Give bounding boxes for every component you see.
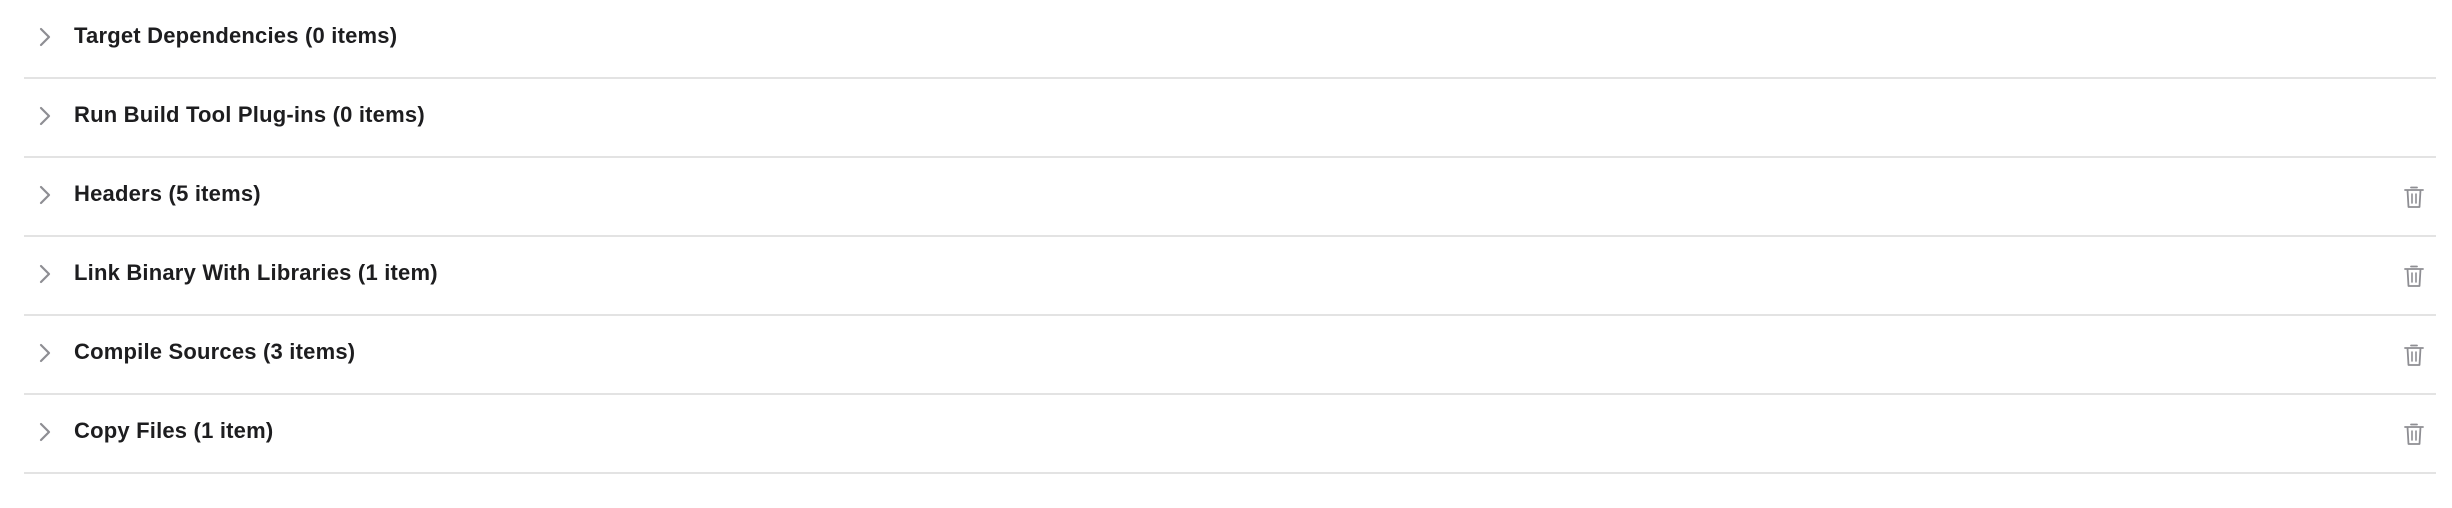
build-phase-copy-files[interactable]: Copy Files (1 item) xyxy=(24,395,2436,474)
build-phase-title: Headers (5 items) xyxy=(74,181,261,206)
build-phase-title: Compile Sources (3 items) xyxy=(74,339,356,364)
trash-icon[interactable] xyxy=(2403,421,2425,447)
build-phase-title: Copy Files (1 item) xyxy=(74,418,274,443)
trash-icon[interactable] xyxy=(2403,263,2425,289)
chevron-right-icon[interactable] xyxy=(38,342,52,364)
chevron-right-icon[interactable] xyxy=(38,184,52,206)
chevron-right-icon[interactable] xyxy=(38,421,52,443)
trash-icon[interactable] xyxy=(2403,184,2425,210)
build-phase-run-build-tool-plugins[interactable]: Run Build Tool Plug-ins (0 items) xyxy=(24,79,2436,158)
chevron-right-icon[interactable] xyxy=(38,263,52,285)
build-phase-title: Run Build Tool Plug-ins (0 items) xyxy=(74,102,425,127)
trash-icon[interactable] xyxy=(2403,342,2425,368)
build-phase-title: Link Binary With Libraries (1 item) xyxy=(74,260,438,285)
chevron-right-icon[interactable] xyxy=(38,105,52,127)
build-phase-compile-sources[interactable]: Compile Sources (3 items) xyxy=(24,316,2436,395)
build-phase-target-dependencies[interactable]: Target Dependencies (0 items) xyxy=(24,0,2436,79)
build-phase-title: Target Dependencies (0 items) xyxy=(74,23,398,48)
build-phase-link-binary-with-libraries[interactable]: Link Binary With Libraries (1 item) xyxy=(24,237,2436,316)
build-phase-headers[interactable]: Headers (5 items) xyxy=(24,158,2436,237)
build-phases-list: Target Dependencies (0 items) Run Build … xyxy=(24,0,2436,474)
chevron-right-icon[interactable] xyxy=(38,26,52,48)
